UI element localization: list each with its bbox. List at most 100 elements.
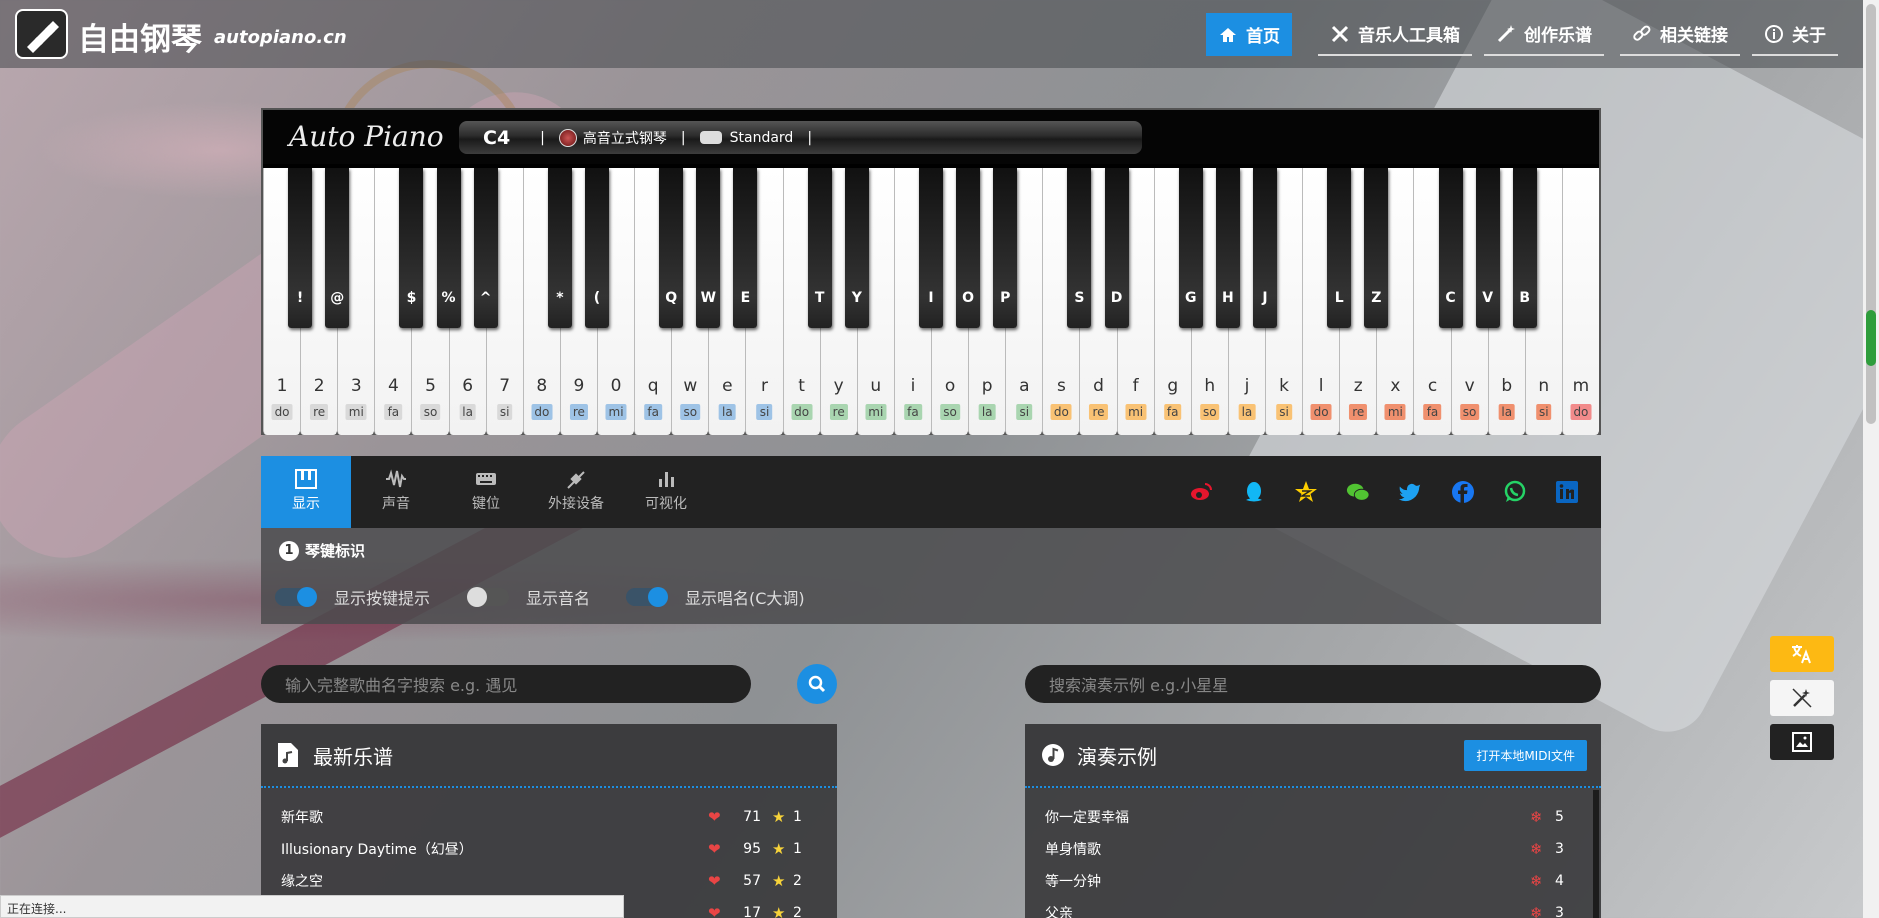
tab-keymap[interactable]: 键位 (441, 456, 531, 528)
black-key[interactable]: Y (844, 168, 869, 328)
site-domain: autopiano.cn (214, 27, 347, 48)
black-key[interactable]: O (956, 168, 981, 328)
demo-list-item[interactable]: 你一定要幸福 ❄ 5 (1025, 802, 1585, 832)
black-key[interactable]: T (807, 168, 832, 328)
qzone-icon[interactable] (1294, 480, 1318, 504)
tab-display[interactable]: 显示 (261, 456, 351, 528)
edit-off-button[interactable] (1770, 680, 1834, 716)
black-key[interactable]: D (1104, 168, 1129, 328)
keyboard-mode[interactable]: Standard (730, 130, 794, 146)
solfege-label: do (1310, 404, 1332, 420)
score-list-item[interactable]: 新年歌 ❤ 71 ★ 1 (261, 802, 837, 832)
tab-devices-label: 外接设备 (548, 496, 604, 512)
wallpaper-button[interactable] (1770, 724, 1834, 760)
black-key[interactable]: ( (585, 168, 609, 328)
site-logo[interactable] (15, 9, 68, 59)
solfege-label: fa (1163, 404, 1182, 420)
key-hint-label: z (1353, 376, 1363, 396)
black-key[interactable]: Z (1364, 168, 1389, 328)
demo-name[interactable]: 你一定要幸福 (1045, 807, 1129, 827)
demo-search-input[interactable]: 搜索演奏示例 e.g.小星星 (1025, 665, 1601, 703)
piano-logo-icon (27, 21, 59, 53)
black-key[interactable]: ^ (473, 168, 498, 328)
site-name[interactable]: 自由钢琴 (78, 14, 202, 59)
wechat-icon[interactable] (1346, 480, 1370, 504)
score-list-item[interactable]: 缘之空 ❤ 57 ★ 2 (261, 866, 837, 896)
solfege-label: do (1570, 404, 1592, 420)
solfege-label: re (569, 404, 588, 420)
score-name[interactable]: Illusionary Daytime（幻昼） (281, 839, 473, 859)
demo-name[interactable]: 单身情歌 (1045, 839, 1101, 859)
black-key[interactable]: H (1215, 168, 1240, 328)
score-name[interactable]: 缘之空 (281, 871, 323, 891)
score-name[interactable]: 新年歌 (281, 807, 323, 827)
black-key[interactable]: P (993, 168, 1018, 328)
page-scrollbar[interactable] (1863, 0, 1879, 918)
facebook-icon[interactable] (1451, 480, 1475, 504)
black-key[interactable]: I (919, 168, 943, 328)
song-search-input[interactable]: 输入完整歌曲名字搜索 e.g. 遇见 (261, 665, 751, 703)
translate-button[interactable] (1770, 636, 1834, 672)
black-key[interactable]: @ (325, 168, 350, 328)
switch-control[interactable] (467, 587, 509, 607)
nav-musician-toolbox[interactable]: 音乐人工具箱 (1318, 13, 1472, 56)
black-key[interactable]: Q (659, 168, 684, 328)
plug-icon (567, 471, 585, 489)
twitter-icon[interactable] (1398, 480, 1422, 504)
tab-visualization[interactable]: 可视化 (621, 456, 711, 528)
piano-brand: Auto Piano (289, 120, 444, 153)
black-key[interactable]: B (1512, 168, 1537, 328)
toggle-show-key-hints[interactable]: 显示按键提示 (275, 585, 430, 609)
key-hint-label: V (1482, 290, 1494, 306)
play-count: 4 (1555, 873, 1564, 889)
demo-list-item[interactable]: 等一分钟 ❄ 4 (1025, 866, 1585, 896)
score-list-item[interactable]: Illusionary Daytime（幻昼） ❤ 95 ★ 1 (261, 834, 837, 864)
black-key[interactable]: % (436, 168, 461, 328)
black-key[interactable]: $ (399, 168, 424, 328)
black-key[interactable]: ! (288, 168, 313, 328)
solfege-label: fa (384, 404, 403, 420)
key-hint-label: 7 (499, 376, 511, 396)
tab-sound[interactable]: 声音 (351, 456, 441, 528)
black-key[interactable]: E (733, 168, 758, 328)
demo-list-item[interactable]: 父亲 ❄ 3 (1025, 898, 1585, 918)
nav-related-links[interactable]: 相关链接 (1620, 13, 1740, 56)
list-scrollbar[interactable] (1593, 790, 1599, 918)
key-hint-label: g (1167, 376, 1179, 396)
nav-home-label: 首页 (1246, 27, 1280, 47)
switch-control[interactable] (626, 587, 668, 607)
demo-name[interactable]: 等一分钟 (1045, 871, 1101, 891)
nav-about[interactable]: 关于 (1752, 13, 1838, 56)
black-key[interactable]: G (1178, 168, 1203, 328)
black-key[interactable]: V (1475, 168, 1500, 328)
key-hint-label: $ (406, 290, 417, 306)
search-button[interactable] (797, 664, 837, 704)
whatsapp-icon[interactable] (1503, 480, 1527, 504)
black-key[interactable]: J (1253, 168, 1277, 328)
weibo-icon[interactable] (1189, 480, 1213, 504)
switch-control[interactable] (275, 587, 317, 607)
black-key[interactable]: C (1438, 168, 1463, 328)
key-hint-label: 2 (313, 376, 325, 396)
panel-title: 最新乐谱 (313, 744, 393, 769)
nav-create-score[interactable]: 创作乐谱 (1484, 13, 1604, 56)
open-local-midi-button[interactable]: 打开本地MIDI文件 (1464, 740, 1587, 771)
toggle-show-note-names[interactable]: 显示音名 (467, 585, 590, 609)
instrument-name[interactable]: 高音立式钢琴 (583, 128, 667, 148)
black-key[interactable]: S (1067, 168, 1092, 328)
nav-home[interactable]: 首页 (1206, 13, 1292, 56)
solfege-label: mi (1125, 404, 1147, 420)
like-count: 17 (743, 905, 761, 918)
linkedin-icon[interactable] (1555, 480, 1579, 504)
white-key[interactable]: m do (1561, 168, 1599, 435)
black-key[interactable]: L (1327, 168, 1352, 328)
toggle-show-solfege[interactable]: 显示唱名(C大调) (626, 585, 805, 609)
qq-icon[interactable] (1242, 480, 1266, 504)
black-key[interactable]: * (547, 168, 572, 328)
demo-name[interactable]: 父亲 (1045, 903, 1073, 918)
black-key[interactable]: W (696, 168, 721, 328)
key-hint-label: t (798, 376, 805, 396)
demo-list-item[interactable]: 单身情歌 ❄ 3 (1025, 834, 1585, 864)
fire-icon: ❄ (1530, 808, 1543, 826)
tab-external-devices[interactable]: 外接设备 (531, 456, 621, 528)
